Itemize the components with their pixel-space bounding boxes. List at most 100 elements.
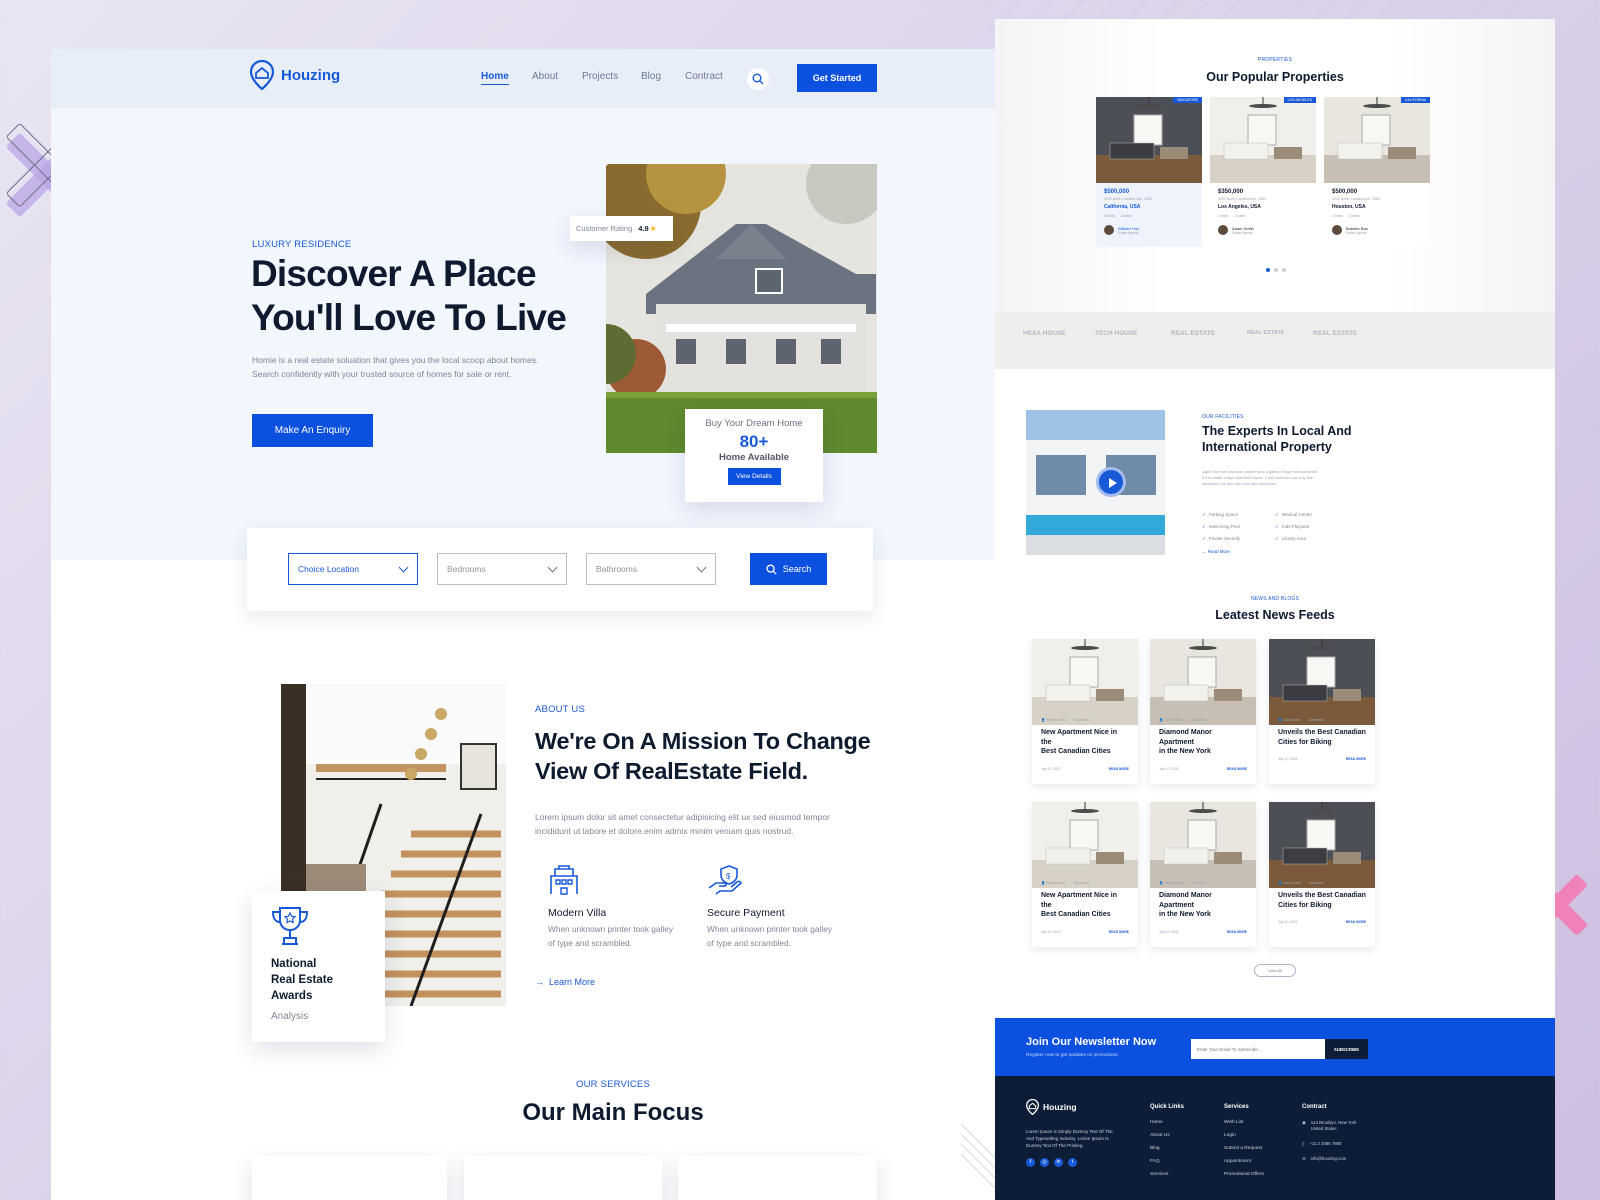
- search-icon[interactable]: [747, 68, 769, 90]
- facilities-title-line-1: The Experts In Local And: [1202, 424, 1352, 438]
- rating-label: Customer Rating: [576, 224, 633, 233]
- property-city: Houston, USA: [1332, 204, 1366, 210]
- property-card[interactable]: CALIFORNIA $500,000 3232 North Carolina …: [1324, 97, 1430, 247]
- property-card[interactable]: LOS ANGELES $350,000 3232 North Carolina…: [1210, 97, 1316, 247]
- award-line-3: Awards: [271, 990, 313, 1002]
- footer-link-appointment[interactable]: Appointment: [1224, 1159, 1264, 1164]
- contact-email[interactable]: info@houzing.com: [1311, 1156, 1347, 1162]
- newsletter-email-input[interactable]: [1191, 1039, 1325, 1059]
- partner-logo: REAL ESTATE: [1171, 330, 1216, 337]
- read-more-link[interactable]: READ MORE: [1227, 930, 1247, 934]
- play-icon[interactable]: [1096, 467, 1126, 497]
- news-card[interactable]: 👤 Michel Bates Apartment Diamond Manor Ap…: [1150, 639, 1256, 784]
- footer-link-submit-request[interactable]: Submit a Request: [1224, 1146, 1264, 1151]
- nav-blog[interactable]: Blog: [641, 71, 661, 82]
- read-more-link[interactable]: READ MORE: [1109, 930, 1129, 934]
- news-footer: July 10, 2022 READ MORE: [1278, 920, 1366, 924]
- news-image: [1269, 802, 1375, 888]
- social-links: f ◎ in t: [1026, 1158, 1077, 1167]
- read-more-link[interactable]: → Read More: [1202, 549, 1230, 554]
- view-all-label: View All: [1268, 968, 1282, 973]
- partner-logo: TECH HOUSE: [1095, 330, 1138, 337]
- bathrooms-select[interactable]: Bathrooms: [586, 553, 716, 585]
- news-card[interactable]: 👤 William Bates Apartment New Apartment N…: [1032, 802, 1138, 947]
- villa-video-thumbnail[interactable]: [1026, 410, 1165, 555]
- news-title[interactable]: New Apartment Nice in the Best Canadian C…: [1041, 891, 1129, 920]
- properties-eyebrow: PROPERTIES: [1257, 57, 1293, 63]
- news-date: July 10, 2022: [1278, 920, 1298, 924]
- read-more-link[interactable]: READ MORE: [1109, 767, 1129, 771]
- footer-quick-links: Quick Links Home About Us Blog FAQ Services: [1150, 1104, 1184, 1185]
- hero-title-line-1: Discover A Place: [251, 253, 537, 294]
- facilities-title: The Experts In Local And International P…: [1202, 424, 1352, 455]
- footer-link-wish-list[interactable]: Wish List: [1224, 1120, 1264, 1125]
- nav-home[interactable]: Home: [481, 71, 509, 85]
- read-more-link[interactable]: READ MORE: [1346, 920, 1366, 924]
- award-line-2: Real Estate: [271, 974, 334, 986]
- nav-contract[interactable]: Contract: [685, 71, 723, 82]
- news-title[interactable]: Unveils the Best Canadian Cities for Biki…: [1278, 728, 1366, 747]
- footer-link-login[interactable]: Login: [1224, 1133, 1264, 1138]
- hero-desc-line-2: Search confidently with your trusted sou…: [252, 369, 512, 379]
- check-icon: ✓: [1275, 524, 1279, 529]
- hero-title-line-2: You'll Love To Live: [251, 297, 567, 338]
- address-line-2: United States: [1310, 1126, 1337, 1131]
- location-pin-logo-icon: [1026, 1099, 1039, 1115]
- properties-title: Our Popular Properties: [1206, 70, 1344, 84]
- linkedin-icon[interactable]: in: [1054, 1158, 1063, 1167]
- phone-icon: ▯: [1302, 1141, 1305, 1146]
- contact-phone[interactable]: +11 2 3456 7890: [1309, 1141, 1341, 1147]
- news-card[interactable]: 👤 Adam Smith Apartment Unveils the Best C…: [1269, 639, 1375, 784]
- instagram-icon[interactable]: ◎: [1040, 1158, 1049, 1167]
- news-card[interactable]: 👤 Michel Bates Apartment Diamond Manor Ap…: [1150, 802, 1256, 947]
- arrow-right-icon: →: [535, 977, 544, 987]
- footer-brand-logo[interactable]: Houzing: [1026, 1099, 1077, 1115]
- news-title[interactable]: New Apartment Nice in the Best Canadian C…: [1041, 728, 1129, 757]
- property-price: $500,000: [1104, 189, 1130, 195]
- news-title[interactable]: Unveils the Best Canadian Cities for Biki…: [1278, 891, 1366, 910]
- subscribe-button[interactable]: SUBSCRIBE: [1325, 1039, 1368, 1059]
- news-category: Apartment: [1074, 718, 1090, 722]
- twitter-icon[interactable]: t: [1068, 1158, 1077, 1167]
- service-card[interactable]: [252, 1156, 447, 1200]
- location-select[interactable]: Choice Location: [288, 553, 418, 585]
- news-title[interactable]: Diamond Manor Apartment in the New York: [1159, 728, 1247, 757]
- brand-logo[interactable]: Houzing: [250, 60, 340, 90]
- search-button[interactable]: Search: [750, 553, 827, 585]
- dream-home-card: Buy Your Dream Home 80+ Home Available V…: [685, 409, 823, 502]
- news-card[interactable]: 👤 William Bates Apartment New Apartment N…: [1032, 639, 1138, 784]
- view-details-button[interactable]: View Details: [727, 468, 781, 485]
- get-started-button[interactable]: Get Started: [797, 64, 877, 92]
- bedrooms-select[interactable]: Bedrooms: [437, 553, 567, 585]
- news-date: July 10, 2022: [1278, 757, 1298, 761]
- facility-label: Private Security: [1208, 536, 1241, 541]
- carousel-dots[interactable]: [1266, 268, 1286, 272]
- partner-logo: REAL ESTATE: [1247, 330, 1285, 336]
- news-title[interactable]: Diamond Manor Apartment in the New York: [1159, 891, 1247, 920]
- nav-projects[interactable]: Projects: [582, 71, 618, 82]
- brand-name: Houzing: [281, 66, 341, 84]
- read-more-label: Read More: [1207, 549, 1231, 554]
- footer-link-about[interactable]: About Us: [1150, 1133, 1184, 1138]
- nav-about[interactable]: About: [532, 71, 558, 82]
- hero-eyebrow: LUXURY RESIDENCE: [252, 239, 352, 250]
- award-card: National Real Estate Awards Analysis: [252, 891, 385, 1042]
- read-more-link[interactable]: READ MORE: [1346, 757, 1366, 761]
- property-card[interactable]: SINGAPORE $500,000 3232 North Carolina A…: [1096, 97, 1202, 247]
- facilities-eyebrow: OUR FACILITIES: [1202, 414, 1244, 420]
- facebook-icon[interactable]: f: [1026, 1158, 1035, 1167]
- footer-link-home[interactable]: Home: [1150, 1120, 1184, 1125]
- service-card[interactable]: [678, 1156, 877, 1200]
- service-card[interactable]: [464, 1156, 662, 1200]
- news-card[interactable]: 👤 Adam Smith Apartment Unveils the Best C…: [1269, 802, 1375, 947]
- agent-name: Butcher Bos: [1346, 225, 1368, 231]
- make-enquiry-button[interactable]: Make An Enquiry: [252, 414, 373, 447]
- view-all-button[interactable]: View All: [1254, 964, 1296, 977]
- footer-desc-line-2: And Typesetting Industry. Lorem Ipsum Is: [1026, 1136, 1109, 1141]
- footer-link-promotional-offers[interactable]: Promotional Offers: [1224, 1172, 1264, 1177]
- footer-link-services[interactable]: Services: [1150, 1172, 1184, 1177]
- footer-link-blog[interactable]: Blog: [1150, 1146, 1184, 1151]
- learn-more-link[interactable]: → Learn More: [535, 977, 595, 987]
- read-more-link[interactable]: READ MORE: [1227, 767, 1247, 771]
- footer-link-faq[interactable]: FAQ: [1150, 1159, 1184, 1164]
